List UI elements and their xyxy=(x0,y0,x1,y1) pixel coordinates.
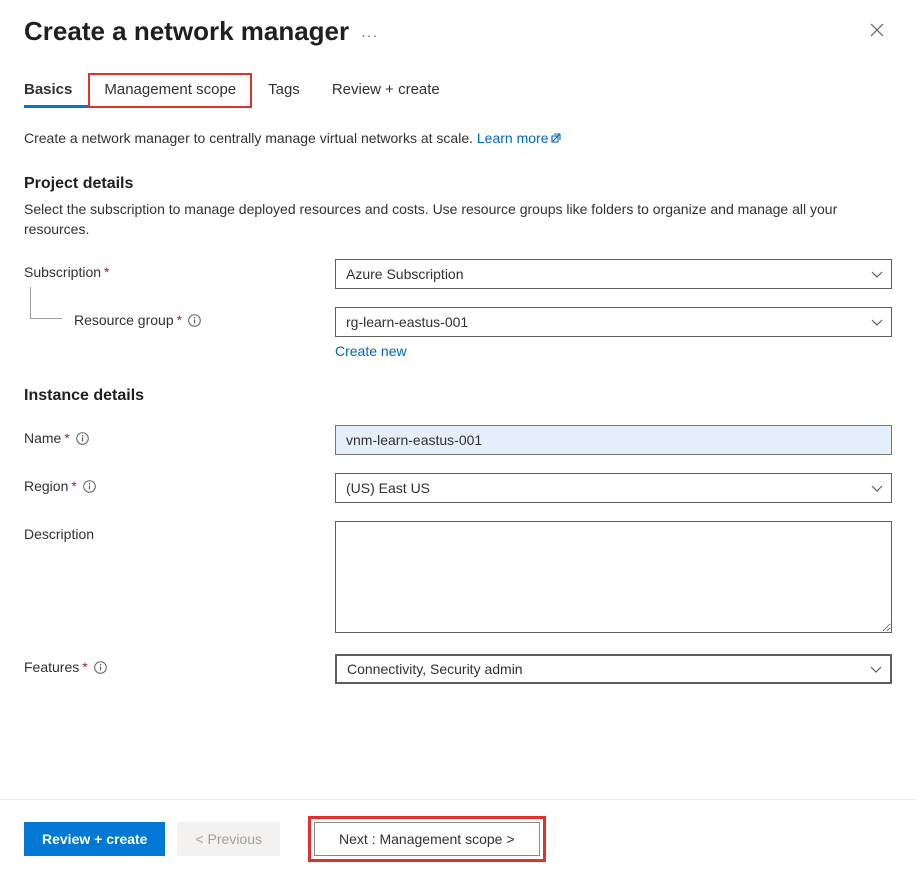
next-button-highlight: Next : Management scope > xyxy=(308,816,546,862)
close-button[interactable] xyxy=(862,16,892,47)
subscription-label: Subscription* xyxy=(24,259,335,280)
chevron-down-icon xyxy=(871,480,883,496)
resource-group-label: Resource group* xyxy=(24,307,335,328)
next-button[interactable]: Next : Management scope > xyxy=(314,822,540,856)
chevron-down-icon xyxy=(871,266,883,282)
info-icon[interactable] xyxy=(188,314,201,327)
review-create-button[interactable]: Review + create xyxy=(24,822,165,856)
description-label-text: Description xyxy=(24,526,94,542)
required-marker: * xyxy=(82,659,87,675)
tab-review-create[interactable]: Review + create xyxy=(316,73,456,108)
intro-description: Create a network manager to centrally ma… xyxy=(24,130,477,146)
more-options-icon[interactable]: ··· xyxy=(361,27,378,43)
tab-bar: Basics Management scope Tags Review + cr… xyxy=(0,73,916,108)
learn-more-label: Learn more xyxy=(477,130,549,146)
features-label: Features* xyxy=(24,654,335,675)
region-select[interactable]: (US) East US xyxy=(335,473,892,503)
resource-group-select[interactable]: rg-learn-eastus-001 xyxy=(335,307,892,337)
region-value: (US) East US xyxy=(346,480,430,496)
intro-text: Create a network manager to centrally ma… xyxy=(24,128,892,149)
name-label: Name* xyxy=(24,425,335,446)
subscription-label-text: Subscription xyxy=(24,264,101,280)
subscription-select[interactable]: Azure Subscription xyxy=(335,259,892,289)
required-marker: * xyxy=(64,430,69,446)
chevron-down-icon xyxy=(870,661,882,677)
create-new-link[interactable]: Create new xyxy=(335,343,407,359)
features-select[interactable]: Connectivity, Security admin xyxy=(335,654,892,684)
page-title: Create a network manager xyxy=(24,16,349,47)
tab-basics[interactable]: Basics xyxy=(24,73,88,108)
features-label-text: Features xyxy=(24,659,79,675)
close-icon xyxy=(870,23,884,37)
description-textarea[interactable] xyxy=(335,521,892,633)
project-details-description: Select the subscription to manage deploy… xyxy=(24,199,892,239)
project-details-heading: Project details xyxy=(24,175,892,193)
required-marker: * xyxy=(71,478,76,494)
footer-bar: Review + create < Previous Next : Manage… xyxy=(0,799,916,880)
resource-group-label-text: Resource group xyxy=(74,312,174,328)
region-label-text: Region xyxy=(24,478,68,494)
indent-connector xyxy=(30,287,62,319)
info-icon[interactable] xyxy=(83,480,96,493)
name-input[interactable] xyxy=(335,425,892,455)
region-label: Region* xyxy=(24,473,335,494)
features-value: Connectivity, Security admin xyxy=(347,661,523,677)
learn-more-link[interactable]: Learn more xyxy=(477,130,564,146)
tab-management-scope[interactable]: Management scope xyxy=(88,73,252,108)
info-icon[interactable] xyxy=(76,432,89,445)
subscription-value: Azure Subscription xyxy=(346,266,464,282)
external-link-icon xyxy=(551,129,563,149)
info-icon[interactable] xyxy=(94,661,107,674)
tab-tags[interactable]: Tags xyxy=(252,73,316,108)
instance-details-heading: Instance details xyxy=(24,387,892,405)
chevron-down-icon xyxy=(871,314,883,330)
name-label-text: Name xyxy=(24,430,61,446)
required-marker: * xyxy=(177,312,182,328)
resource-group-value: rg-learn-eastus-001 xyxy=(346,314,468,330)
required-marker: * xyxy=(104,264,109,280)
description-label: Description xyxy=(24,521,335,542)
previous-button[interactable]: < Previous xyxy=(177,822,280,856)
